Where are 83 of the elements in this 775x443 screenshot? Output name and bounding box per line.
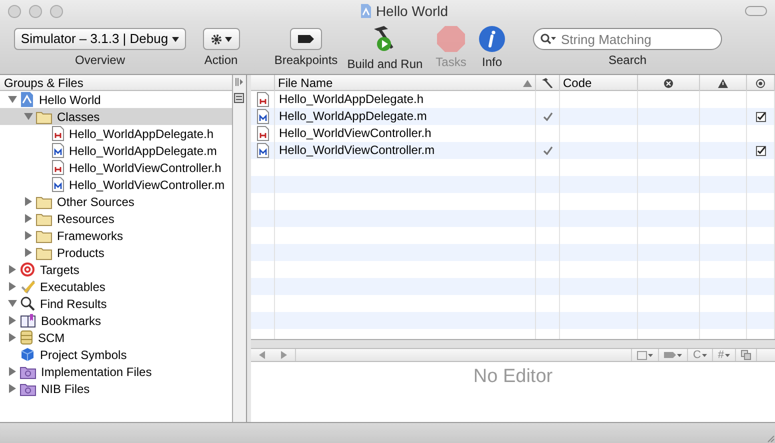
smart-folder-icon (20, 382, 36, 396)
folder-icon (36, 194, 52, 208)
checkbox[interactable] (756, 112, 766, 122)
split-icon (741, 350, 752, 360)
tree-item[interactable]: Bookmarks (0, 312, 232, 329)
info-icon[interactable] (478, 26, 506, 52)
file-icon (636, 350, 647, 360)
disclosure-expanded-icon[interactable] (8, 299, 17, 308)
toolbar-label: Info (482, 55, 502, 69)
file-name-cell-text: Hello_WorldViewController.m (278, 142, 436, 159)
no-editor-message: No Editor (473, 365, 553, 389)
tree-item[interactable]: Frameworks (0, 227, 232, 244)
resize-grip-icon[interactable] (765, 433, 775, 443)
cube-icon (20, 347, 35, 362)
gear-icon (210, 34, 222, 44)
caret-icon (676, 354, 682, 356)
header-file-icon (52, 126, 64, 141)
folder-icon (36, 212, 52, 226)
tree-item[interactable]: Implementation Files (0, 363, 232, 380)
tree-item[interactable]: Find Results (0, 295, 232, 312)
toolbar-label: Overview (74, 53, 125, 67)
checkbox[interactable] (756, 146, 766, 156)
file-name-cell-text: Hello_WorldViewController.h (278, 125, 432, 142)
source-file-icon (52, 143, 64, 158)
tree-item[interactable]: Hello_WorldViewController.h (0, 159, 232, 176)
checkmark-icon (542, 112, 553, 121)
checkmark-icon (542, 146, 553, 155)
smart-folder-icon (20, 364, 36, 378)
caret-icon (224, 36, 232, 42)
sort-ascending-icon (523, 80, 532, 86)
document-icon (360, 4, 372, 18)
tree-item[interactable]: Hello_WorldAppDelegate.h (0, 125, 232, 142)
tree-item[interactable]: Targets (0, 261, 232, 278)
tree-item[interactable]: Hello_WorldViewController.m (0, 176, 232, 193)
tree-item[interactable]: Products (0, 244, 232, 261)
tree-item[interactable]: Hello_WorldAppDelegate.m (0, 142, 232, 159)
toolbar-label: Action (204, 53, 238, 67)
header-file-icon (52, 160, 64, 175)
file-name-cell-text: Hello_WorldAppDelegate.m (278, 108, 428, 125)
caret-icon (725, 354, 730, 356)
tree-item[interactable]: SCM (0, 329, 232, 346)
book-icon (20, 314, 36, 328)
folder-icon (36, 228, 52, 242)
folder-icon (36, 110, 52, 124)
toolbar-label: Breakpoints (274, 53, 338, 67)
warning-icon (718, 78, 728, 88)
sidebar-header: Groups & Files (0, 75, 232, 91)
hammer-icon (542, 78, 554, 88)
tree-item[interactable]: NIB Files (0, 380, 232, 397)
caret-icon (648, 354, 653, 356)
scheme-popup[interactable]: Simulator – 3.1.3 | Debug (14, 28, 186, 50)
caret-icon (172, 36, 180, 42)
folder-icon (36, 246, 52, 260)
target-icon (20, 262, 35, 277)
splitter-bar[interactable] (246, 75, 252, 422)
magnifier-icon (20, 296, 35, 311)
breakpoints-button[interactable] (290, 28, 322, 50)
split-toggle-icon[interactable] (234, 77, 244, 87)
tree-item[interactable]: Classes (0, 108, 232, 125)
file-name-cell-text: Hello_WorldAppDelegate.h (278, 91, 425, 108)
error-icon (664, 78, 674, 88)
tree-item[interactable]: Resources (0, 210, 232, 227)
toolbar-label: Tasks (436, 55, 466, 69)
toolbar-label: Search (608, 53, 647, 67)
toolbar-label: Build and Run (347, 57, 423, 71)
action-button[interactable] (202, 28, 240, 50)
cylinder-icon (20, 330, 33, 345)
breakpoint-icon (298, 35, 314, 43)
caret-icon (702, 354, 707, 356)
pencil-icon (20, 279, 35, 294)
detail-view-icon[interactable] (234, 93, 244, 103)
window-title: Hello World (376, 2, 448, 20)
tree-item[interactable]: Other Sources (0, 193, 232, 210)
search-icon[interactable] (540, 33, 556, 45)
tag-icon (664, 352, 676, 358)
tree-item[interactable]: Executables (0, 278, 232, 295)
search-field[interactable]: String Matching (533, 28, 722, 50)
target-column-icon (756, 78, 766, 88)
project-icon (20, 92, 34, 107)
tree-item[interactable]: Hello World (0, 91, 232, 108)
source-file-icon (52, 177, 64, 192)
tree-item[interactable]: Project Symbols (0, 346, 232, 363)
toolbar-toggle-button[interactable] (745, 6, 767, 16)
